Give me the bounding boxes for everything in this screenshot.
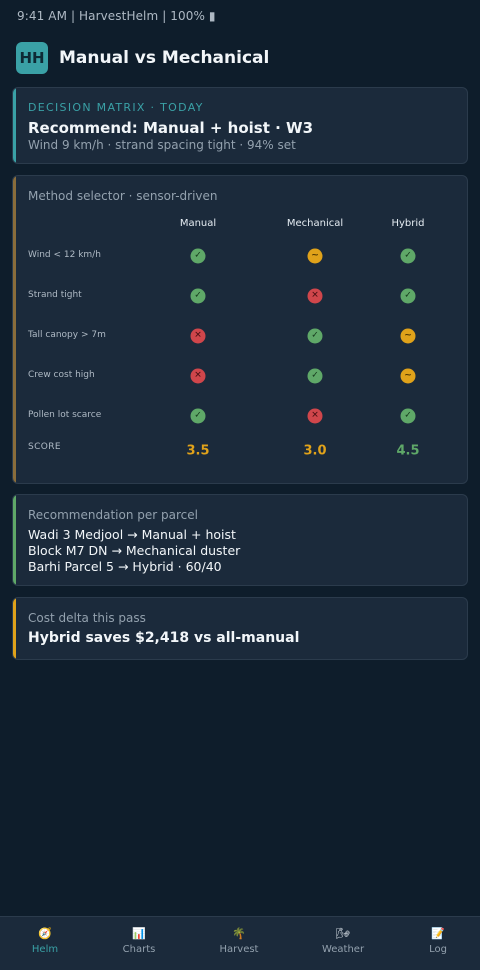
method-selector-card: Method selector · sensor-driven SCORE Ma… bbox=[12, 175, 468, 484]
bottom-tab-bar: 🧭 Helm 📊 Charts 🌴 Harvest 🌬 Weather 📝 Lo… bbox=[0, 916, 480, 970]
decision-kicker: DECISION MATRIX · TODAY bbox=[28, 101, 204, 114]
memo-icon: 📝 bbox=[431, 927, 445, 940]
tab-label: Helm bbox=[31, 944, 59, 955]
decision-card[interactable]: DECISION MATRIX · TODAY Recommend: Manua… bbox=[12, 87, 468, 164]
tab-label: Log bbox=[429, 944, 447, 955]
column-header: Hybrid bbox=[391, 218, 425, 229]
tab-label: Harvest bbox=[219, 944, 259, 955]
tab-log[interactable]: 📝 Log bbox=[429, 927, 447, 955]
tab-harvest[interactable]: 🌴 Harvest bbox=[220, 927, 259, 955]
cross-icon: ✕ bbox=[307, 288, 323, 304]
criterion-label: Pollen lot scarce bbox=[28, 410, 102, 420]
cross-icon: ✕ bbox=[190, 368, 206, 384]
check-icon: ✓ bbox=[400, 288, 416, 304]
tab-label: Charts bbox=[122, 944, 156, 955]
app-header: HH Manual vs Mechanical bbox=[16, 41, 464, 74]
criterion-label: Crew cost high bbox=[28, 370, 95, 380]
partial-icon: ~ bbox=[400, 368, 416, 384]
score-label: SCORE bbox=[28, 442, 62, 452]
cross-icon: ✕ bbox=[307, 408, 323, 424]
partial-icon: ~ bbox=[307, 248, 323, 264]
score-value: 3.5 bbox=[186, 443, 210, 459]
criterion-label: Wind < 12 km/h bbox=[28, 250, 101, 260]
decision-subline: Wind 9 km/h · strand spacing tight · 94%… bbox=[28, 138, 296, 152]
cost-value: Hybrid saves $2,418 vs all-manual bbox=[28, 630, 300, 646]
criterion-label: Strand tight bbox=[28, 290, 82, 300]
partial-icon: ~ bbox=[400, 328, 416, 344]
criterion-label: Tall canopy > 7m bbox=[28, 330, 106, 340]
column-header: Mechanical bbox=[286, 218, 344, 229]
score-value: 3.0 bbox=[303, 443, 327, 459]
tab-helm[interactable]: 🧭 Helm bbox=[32, 927, 58, 955]
recommendation-line: Barhi Parcel 5 → Hybrid · 60/40 bbox=[28, 559, 222, 574]
recommendation-card[interactable]: Recommendation per parcel Wadi 3 Medjool… bbox=[12, 494, 468, 586]
palm-tree-icon: 🌴 bbox=[232, 927, 246, 940]
check-icon: ✓ bbox=[307, 328, 323, 344]
recommendation-line: Wadi 3 Medjool → Manual + hoist bbox=[28, 527, 236, 542]
check-icon: ✓ bbox=[307, 368, 323, 384]
tab-label: Weather bbox=[321, 944, 365, 955]
check-icon: ✓ bbox=[400, 248, 416, 264]
wind-icon: 🌬 bbox=[336, 927, 350, 940]
page-title: Manual vs Mechanical bbox=[59, 47, 270, 68]
recommendation-line: Block M7 DN → Mechanical duster bbox=[28, 543, 241, 558]
cross-icon: ✕ bbox=[190, 328, 206, 344]
cost-label: Cost delta this pass bbox=[28, 611, 146, 625]
recommendation-label: Recommendation per parcel bbox=[28, 508, 198, 522]
compass-icon: 🧭 bbox=[38, 927, 52, 940]
app-logo: HH bbox=[16, 41, 48, 74]
tab-weather[interactable]: 🌬 Weather bbox=[322, 927, 364, 955]
check-icon: ✓ bbox=[190, 248, 206, 264]
bar-chart-icon: 📊 bbox=[132, 927, 146, 940]
column-header: Manual bbox=[179, 218, 217, 229]
tab-charts[interactable]: 📊 Charts bbox=[123, 927, 156, 955]
decision-headline: Recommend: Manual + hoist · W3 bbox=[28, 119, 314, 137]
matrix-label: Method selector · sensor-driven bbox=[28, 189, 218, 203]
check-icon: ✓ bbox=[400, 408, 416, 424]
score-value: 4.5 bbox=[396, 443, 420, 459]
status-bar: 9:41 AM | HarvestHelm | 100% ▮ bbox=[17, 9, 216, 23]
check-icon: ✓ bbox=[190, 288, 206, 304]
check-icon: ✓ bbox=[190, 408, 206, 424]
cost-delta-card[interactable]: Cost delta this pass Hybrid saves $2,418… bbox=[12, 597, 468, 660]
